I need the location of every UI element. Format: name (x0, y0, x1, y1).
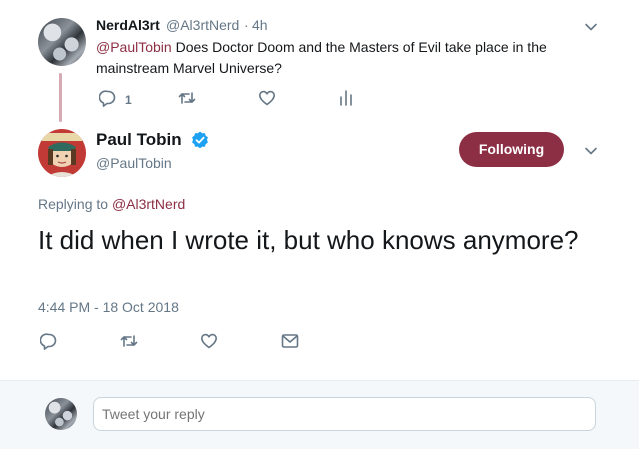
replying-to-link[interactable]: @Al3rtNerd (112, 196, 185, 212)
verified-badge-icon (192, 131, 208, 149)
reply-input[interactable] (93, 397, 596, 431)
following-button[interactable]: Following (459, 132, 564, 167)
avatar-paultobin[interactable] (38, 129, 86, 177)
chevron-down-icon (585, 147, 597, 155)
reply-display-name[interactable]: NerdAl3rt (96, 17, 160, 33)
reply-tweet-menu-button[interactable] (583, 19, 599, 35)
analytics-icon[interactable] (339, 89, 353, 107)
reply-icon[interactable] (40, 332, 58, 350)
reply-count: 1 (125, 93, 132, 107)
author-handle[interactable]: @PaulTobin (96, 155, 172, 171)
tweet-menu-button[interactable] (583, 143, 599, 159)
like-icon[interactable] (258, 89, 276, 107)
message-icon[interactable] (281, 333, 299, 349)
replying-to-line: Replying to @Al3rtNerd (38, 196, 185, 212)
chevron-down-icon (585, 23, 597, 31)
current-user-avatar[interactable] (45, 398, 77, 430)
reply-icon[interactable] (99, 89, 117, 107)
reply-tweet-text: @PaulTobin Does Doctor Doom and the Mast… (96, 37, 566, 79)
retweet-icon[interactable] (119, 332, 139, 350)
tweet-text: It did when I wrote it, but who knows an… (38, 225, 579, 255)
thread-connector (59, 73, 62, 122)
avatar-nerdal3rt[interactable] (38, 18, 86, 66)
tweet-detail-frame: NerdAl3rt @Al3rtNerd · 4h @PaulTobin Doe… (0, 0, 639, 449)
like-icon[interactable] (200, 332, 218, 350)
avatar-illustration (38, 129, 86, 177)
reply-handle[interactable]: @Al3rtNerd (166, 17, 239, 33)
tweet-timestamp[interactable]: 4:44 PM - 18 Oct 2018 (38, 299, 179, 315)
author-display-name[interactable]: Paul Tobin (96, 130, 182, 150)
replying-to-prefix: Replying to (38, 196, 112, 212)
retweet-icon[interactable] (177, 89, 197, 107)
reply-timestamp[interactable]: 4h (252, 17, 268, 33)
reply-separator: · (244, 17, 249, 33)
reply-mention-link[interactable]: @PaulTobin (96, 39, 172, 55)
